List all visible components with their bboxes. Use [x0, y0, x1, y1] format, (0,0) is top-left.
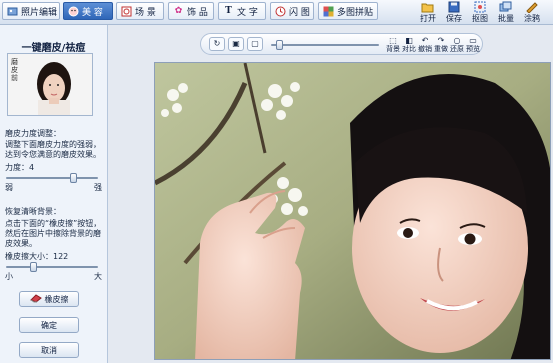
restore-desc: 点击下面的“橡皮擦”按钮，然后在图片中擦除背景的磨皮效果。	[5, 219, 102, 248]
background-icon: ⬚	[389, 36, 397, 45]
cutout-icon	[473, 1, 487, 13]
redo-label: 重做	[434, 45, 448, 53]
strength-desc: 调整下面磨皮力度的强弱，达到令您满意的磨皮效果。	[5, 140, 101, 159]
batch-label: 批量	[498, 14, 514, 23]
eraser-button-label: 橡皮擦	[44, 294, 69, 304]
background-label: 背景	[386, 45, 400, 53]
open-icon	[421, 1, 435, 13]
before-thumbnail-image	[8, 54, 92, 115]
save-icon	[447, 1, 461, 13]
fit-screen-button[interactable]: ▣	[228, 37, 244, 51]
undo-label: 撤销	[418, 45, 432, 53]
batch-icon	[499, 1, 513, 13]
tab-flash[interactable]: 闪 图	[270, 2, 314, 20]
open-button[interactable]: 打开	[415, 0, 441, 24]
top-toolbar: 照片编辑 美 容 场 景 ✿ 饰 品 T 文 字 闪 图 多图拼贴 打开 保存 …	[0, 0, 553, 25]
fit-screen-icon: ▣	[232, 39, 240, 48]
eraser-size-slider[interactable]	[6, 262, 98, 272]
tab-scene[interactable]: 场 景	[116, 2, 164, 20]
flash-icon	[275, 6, 286, 17]
tab-collage-label: 多图拼贴	[337, 7, 374, 18]
cancel-button-label: 取消	[41, 345, 57, 355]
open-label: 打开	[420, 14, 436, 23]
beauty-icon	[68, 6, 79, 17]
tab-photo-edit-label: 照片编辑	[21, 7, 58, 18]
strength-slider[interactable]	[6, 173, 98, 183]
collage-icon	[323, 6, 334, 17]
rotate-button[interactable]: ↻	[209, 37, 225, 51]
doodle-icon	[525, 1, 539, 14]
preview-label: 预览	[466, 45, 480, 53]
preview-icon: ▭	[469, 36, 477, 45]
strength-slider-track	[6, 177, 98, 179]
rotate-icon: ↻	[213, 39, 221, 48]
preview-button[interactable]: ▭ 预览	[464, 36, 482, 54]
eraser-button[interactable]: 橡皮擦	[19, 291, 79, 307]
view-toolbar: ↻ ▣ ▢ ⬚ 背景 ◧ 对比 ↶ 撤销 ↷ 重做 ○ 还原 ▭ 预览	[200, 33, 483, 55]
canvas-area: ↻ ▣ ▢ ⬚ 背景 ◧ 对比 ↶ 撤销 ↷ 重做 ○ 还原 ▭ 预览	[108, 25, 553, 363]
tab-flash-label: 闪 图	[289, 7, 310, 18]
undo-icon: ↶	[421, 36, 429, 45]
actual-size-icon: ▢	[251, 39, 259, 48]
strength-max-label: 强	[94, 183, 102, 192]
before-thumbnail: 磨皮前	[7, 53, 93, 116]
scene-icon	[121, 6, 132, 17]
strength-label: 力度：4	[5, 163, 35, 172]
tab-scene-label: 场 景	[135, 7, 156, 18]
actual-size-button[interactable]: ▢	[247, 37, 263, 51]
tab-text[interactable]: T 文 字	[218, 2, 266, 20]
tab-accessory-label: 饰 品	[187, 7, 208, 18]
edited-photo	[154, 62, 551, 360]
eraser-size-label: 橡皮擦大小：122	[5, 252, 69, 261]
save-label: 保存	[446, 14, 462, 23]
thumb-caption: 磨皮前	[11, 58, 18, 82]
strength-slider-knob[interactable]	[70, 173, 77, 183]
tab-beauty[interactable]: 美 容	[63, 2, 113, 20]
text-icon: T	[225, 5, 232, 16]
strength-min-label: 弱	[5, 183, 13, 192]
restore-heading: 恢复清晰背景：	[5, 207, 61, 216]
eraser-min-label: 小	[5, 272, 13, 281]
beauty-panel: 一键磨皮/祛痘 磨皮前 磨皮力度调整： 调整下面磨皮力度的强弱，达到令您满意的磨…	[0, 25, 108, 363]
eraser-max-label: 大	[94, 272, 102, 281]
eraser-icon	[29, 293, 42, 305]
doodle-label: 涂鸦	[524, 14, 540, 23]
tab-text-label: 文 字	[237, 7, 258, 18]
save-button[interactable]: 保存	[441, 0, 467, 24]
cutout-label: 抠图	[472, 14, 488, 23]
cancel-button[interactable]: 取消	[19, 342, 79, 358]
zoom-slider[interactable]	[271, 40, 379, 50]
doodle-button[interactable]: 涂鸦	[519, 0, 545, 24]
compare-label: 对比	[402, 45, 416, 53]
tab-photo-edit[interactable]: 照片编辑	[2, 2, 60, 20]
restore-icon: ○	[453, 36, 461, 45]
ok-button[interactable]: 确定	[19, 317, 79, 333]
zoom-slider-knob[interactable]	[276, 40, 283, 50]
tab-accessory[interactable]: ✿ 饰 品	[168, 2, 214, 20]
strength-heading: 磨皮力度调整：	[5, 129, 61, 138]
photo-edit-icon	[7, 6, 18, 17]
accessory-icon: ✿	[174, 5, 183, 16]
cutout-button[interactable]: 抠图	[467, 0, 493, 24]
compare-icon: ◧	[405, 36, 413, 45]
eraser-size-knob[interactable]	[30, 262, 37, 272]
eraser-size-track	[6, 266, 98, 268]
tab-beauty-label: 美 容	[82, 7, 103, 18]
redo-icon: ↷	[437, 36, 445, 45]
batch-button[interactable]: 批量	[493, 0, 519, 24]
ok-button-label: 确定	[41, 320, 57, 330]
edited-photo-image	[155, 63, 550, 359]
zoom-slider-track	[271, 44, 379, 46]
panel-title: 一键磨皮/祛痘	[21, 43, 86, 54]
restore-label: 还原	[450, 45, 464, 53]
tab-collage[interactable]: 多图拼贴	[318, 2, 378, 20]
